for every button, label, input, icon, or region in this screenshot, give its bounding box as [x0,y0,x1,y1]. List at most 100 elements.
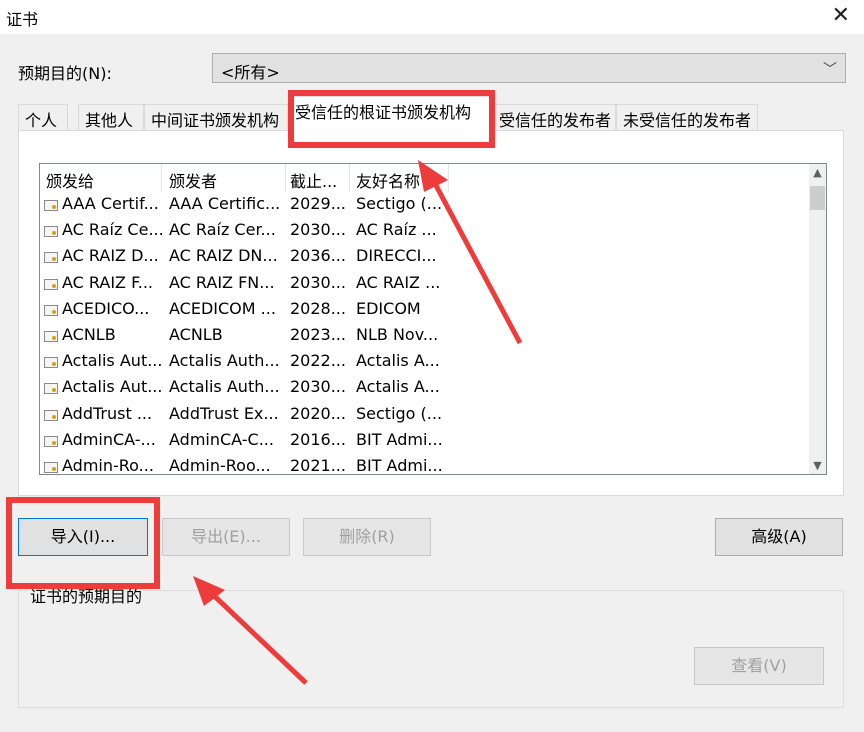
tab-label: 未受信任的发布者 [623,111,752,130]
cell-expiration: 2016... [290,429,346,449]
cell-issued-by: AdminCA-C... [169,429,274,449]
column-divider[interactable] [285,164,286,192]
tab-personal[interactable]: 个人 [18,104,68,130]
cell-issued-to: AC RAIZ F... [62,272,153,292]
tab-label: 受信任的发布者 [499,111,612,130]
certificate-icon [44,383,58,395]
tab-trusted-publishers[interactable]: 受信任的发布者 [492,104,616,130]
column-header-expiration[interactable]: 截止... [290,168,337,192]
cell-friendly-name: DIRECCI... [356,246,437,266]
scroll-up-icon[interactable]: ▲ [809,164,826,181]
cell-issued-by: ACNLB [169,324,223,344]
list-rows: AAA Certif... AAA Certific... 2029... Secti… [40,192,810,475]
delete-button[interactable]: 删除(R) [303,518,431,556]
certificate-icon [44,304,58,316]
cell-friendly-name: BIT Admi... [356,455,443,475]
cell-expiration: 2030... [290,272,346,292]
chevron-down-icon: ﹀ [823,62,837,78]
cell-issued-by: AddTrust Ex... [169,403,279,423]
cell-expiration: 2030... [290,220,346,240]
table-row[interactable]: ACEDICO... ACEDICOM ... 2028... EDICOM [40,297,810,323]
window-title: 证书 [6,10,39,29]
column-divider[interactable] [161,164,162,192]
table-row[interactable]: AAA Certif... AAA Certific... 2029... Secti… [40,192,810,218]
table-row[interactable]: ACNLB ACNLB 2023... NLB Nov... [40,323,810,349]
column-divider[interactable] [448,164,449,192]
table-row[interactable]: AddTrust ... AddTrust Ex... 2020... Sectigo… [40,402,810,428]
cell-friendly-name: AC Raíz ... [356,220,437,240]
close-icon[interactable]: ✕ [832,3,850,28]
cell-issued-to: AdminCA-... [62,429,156,449]
table-row[interactable]: AC RAIZ F... AC RAIZ FN... 2030... AC RAIZ … [40,271,810,297]
cell-friendly-name: BIT Admi... [356,429,443,449]
cell-friendly-name: Sectigo (... [356,194,443,213]
cell-expiration: 2023... [290,324,346,344]
table-row[interactable]: AC RAIZ D... AC RAIZ DN... 2036... DIRECCI.… [40,244,810,270]
tab-other-people[interactable]: 其他人 [78,104,144,130]
purpose-label: 预期目的(N): [18,64,112,83]
export-button[interactable]: 导出(E)... [162,518,290,556]
cell-issued-to: AAA Certif... [62,194,159,213]
cell-issued-by: Admin-Roo... [169,455,271,475]
certificate-icon [44,357,58,369]
cell-issued-to: AC RAIZ D... [62,246,159,266]
cell-issued-by: AC RAIZ DN... [169,246,278,266]
annotation-highlight-tab [288,90,495,148]
column-header-issued-by[interactable]: 颁发者 [169,168,217,192]
certificate-icon [44,200,58,211]
certificate-icon [44,226,58,238]
table-row[interactable]: AC Raíz Ce... AC Raíz Cer... 2030... AC Raí… [40,218,810,244]
cell-expiration: 2022... [290,351,346,371]
list-header: 颁发给 颁发者 截止... 友好名称 [40,164,810,192]
certificate-icon [44,252,58,264]
cell-issued-by: AC Raíz Cer... [169,220,276,240]
cell-expiration: 2036... [290,246,346,266]
tab-intermediate-ca[interactable]: 中间证书颁发机构 [144,104,288,130]
cell-expiration: 2030... [290,377,346,397]
table-row[interactable]: AdminCA-... AdminCA-C... 2016... BIT Admi..… [40,428,810,454]
cell-issued-by: Actalis Auth... [169,351,280,371]
cell-issued-by: AC RAIZ FN... [169,272,275,292]
tab-panel: 颁发给 颁发者 截止... 友好名称 AAA Certif... AAA Cert… [18,130,844,496]
cell-issued-by: ACEDICOM ... [169,298,276,318]
certificate-list[interactable]: 颁发给 颁发者 截止... 友好名称 AAA Certif... AAA Cert… [39,163,827,475]
tab-label: 中间证书颁发机构 [151,111,280,130]
cell-issued-to: ACNLB [62,324,116,344]
cell-friendly-name: Actalis A... [356,351,440,371]
certificate-icon [44,330,58,342]
cell-issued-by: AAA Certific... [169,194,281,213]
cell-issued-to: Actalis Aut... [62,377,162,397]
cell-friendly-name: EDICOM [356,298,421,318]
cell-issued-to: AddTrust ... [62,403,153,423]
cell-issued-by: Actalis Auth... [169,377,280,397]
cell-friendly-name: Actalis A... [356,377,440,397]
column-header-issued-to[interactable]: 颁发给 [46,168,94,192]
vertical-scrollbar[interactable]: ▲ ▼ [809,164,826,474]
column-divider[interactable] [349,164,350,192]
scroll-down-icon[interactable]: ▼ [809,457,826,474]
certificate-icon [44,435,58,447]
advanced-button[interactable]: 高级(A) [715,518,843,556]
cell-issued-to: Admin-Ro... [62,455,154,475]
cell-expiration: 2029... [290,194,346,213]
cell-issued-to: ACEDICO... [62,298,150,318]
cell-issued-to: Actalis Aut... [62,351,162,371]
view-button[interactable]: 查看(V) [694,647,824,685]
cell-issued-to: AC Raíz Ce... [62,220,162,240]
certificate-icon [44,278,58,290]
table-row[interactable]: Actalis Aut... Actalis Auth... 2022... Acta… [40,349,810,375]
cell-expiration: 2020... [290,403,346,423]
scrollbar-thumb[interactable] [810,186,825,210]
tab-label: 个人 [25,111,58,130]
annotation-highlight-import [6,497,160,589]
table-row[interactable]: Actalis Aut... Actalis Auth... 2030... Acta… [40,375,810,401]
column-header-friendly-name[interactable]: 友好名称 [356,168,420,192]
tab-untrusted-publishers[interactable]: 未受信任的发布者 [616,104,758,130]
purpose-selected-value: <所有> [221,63,280,82]
certificate-icon [44,461,58,473]
cell-friendly-name: NLB Nov... [356,324,439,344]
tab-label: 其他人 [85,111,134,130]
table-row[interactable]: Admin-Ro... Admin-Roo... 2021... BIT Admi..… [40,454,810,475]
purpose-select[interactable]: <所有> ﹀ [212,53,846,83]
certificate-icon [44,409,58,421]
